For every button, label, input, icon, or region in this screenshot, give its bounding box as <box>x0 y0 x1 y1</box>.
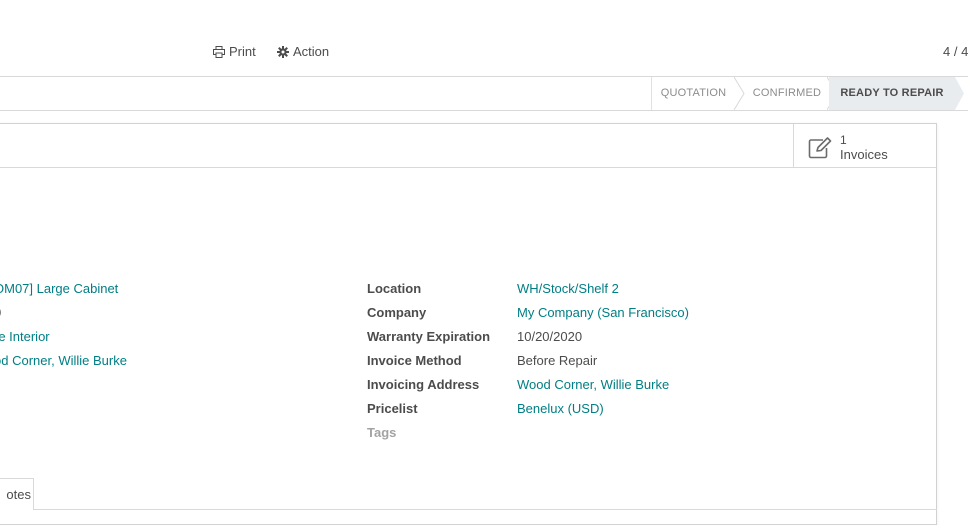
gear-icon <box>277 45 289 58</box>
invoices-count: 1 <box>840 133 847 147</box>
tab-divider <box>34 509 937 510</box>
pencil-square-icon <box>808 137 832 159</box>
tags-label: Tags <box>367 425 397 440</box>
invoice-method-value[interactable]: Before Repair <box>517 353 597 368</box>
invoicing-address-label: Invoicing Address <box>367 377 480 392</box>
quantity-value: 0 <box>0 305 1 320</box>
invoicing-address-value[interactable]: Wood Corner, Willie Burke <box>517 377 669 392</box>
action-button[interactable]: Action <box>277 44 329 59</box>
company-value[interactable]: My Company (San Francisco) <box>517 305 689 320</box>
location-label: Location <box>367 281 422 296</box>
form-sheet: 1 Invoices <box>0 123 937 525</box>
pager-value[interactable]: 4 / 4 <box>943 44 968 59</box>
invoice-method-label: Invoice Method <box>367 353 462 368</box>
button-box: 1 Invoices <box>0 124 936 168</box>
invoices-label: Invoices <box>840 147 888 162</box>
warranty-expiration-label: Warranty Expiration <box>367 329 491 344</box>
stage-active-arrow <box>955 77 964 110</box>
invoices-smart-button[interactable]: 1 Invoices <box>793 124 937 167</box>
stage-ready-to-repair[interactable]: READY TO REPAIR <box>829 77 955 110</box>
customer-value[interactable]: re Interior <box>0 329 50 344</box>
pricelist-label: Pricelist <box>367 401 418 416</box>
company-label: Company <box>367 305 427 320</box>
location-value[interactable]: WH/Stock/Shelf 2 <box>517 281 619 296</box>
status-bar: QUOTATION CONFIRMED READY TO REPAIR <box>0 77 968 111</box>
address-value[interactable]: od Corner, Willie Burke <box>0 353 127 368</box>
stage-quotation[interactable]: QUOTATION <box>651 77 735 110</box>
control-panel: Print Action 4 / 4 <box>0 0 968 77</box>
stage-confirmed[interactable]: CONFIRMED <box>743 77 831 110</box>
tab-notes[interactable]: otes <box>0 478 34 510</box>
print-icon <box>213 45 225 58</box>
pricelist-value[interactable]: Benelux (USD) <box>517 401 604 416</box>
print-label: Print <box>229 44 256 59</box>
product-value[interactable]: OM07] Large Cabinet <box>0 281 118 296</box>
action-label: Action <box>293 44 330 59</box>
warranty-expiration-value[interactable]: 10/20/2020 <box>517 329 582 344</box>
print-button[interactable]: Print <box>213 44 256 59</box>
